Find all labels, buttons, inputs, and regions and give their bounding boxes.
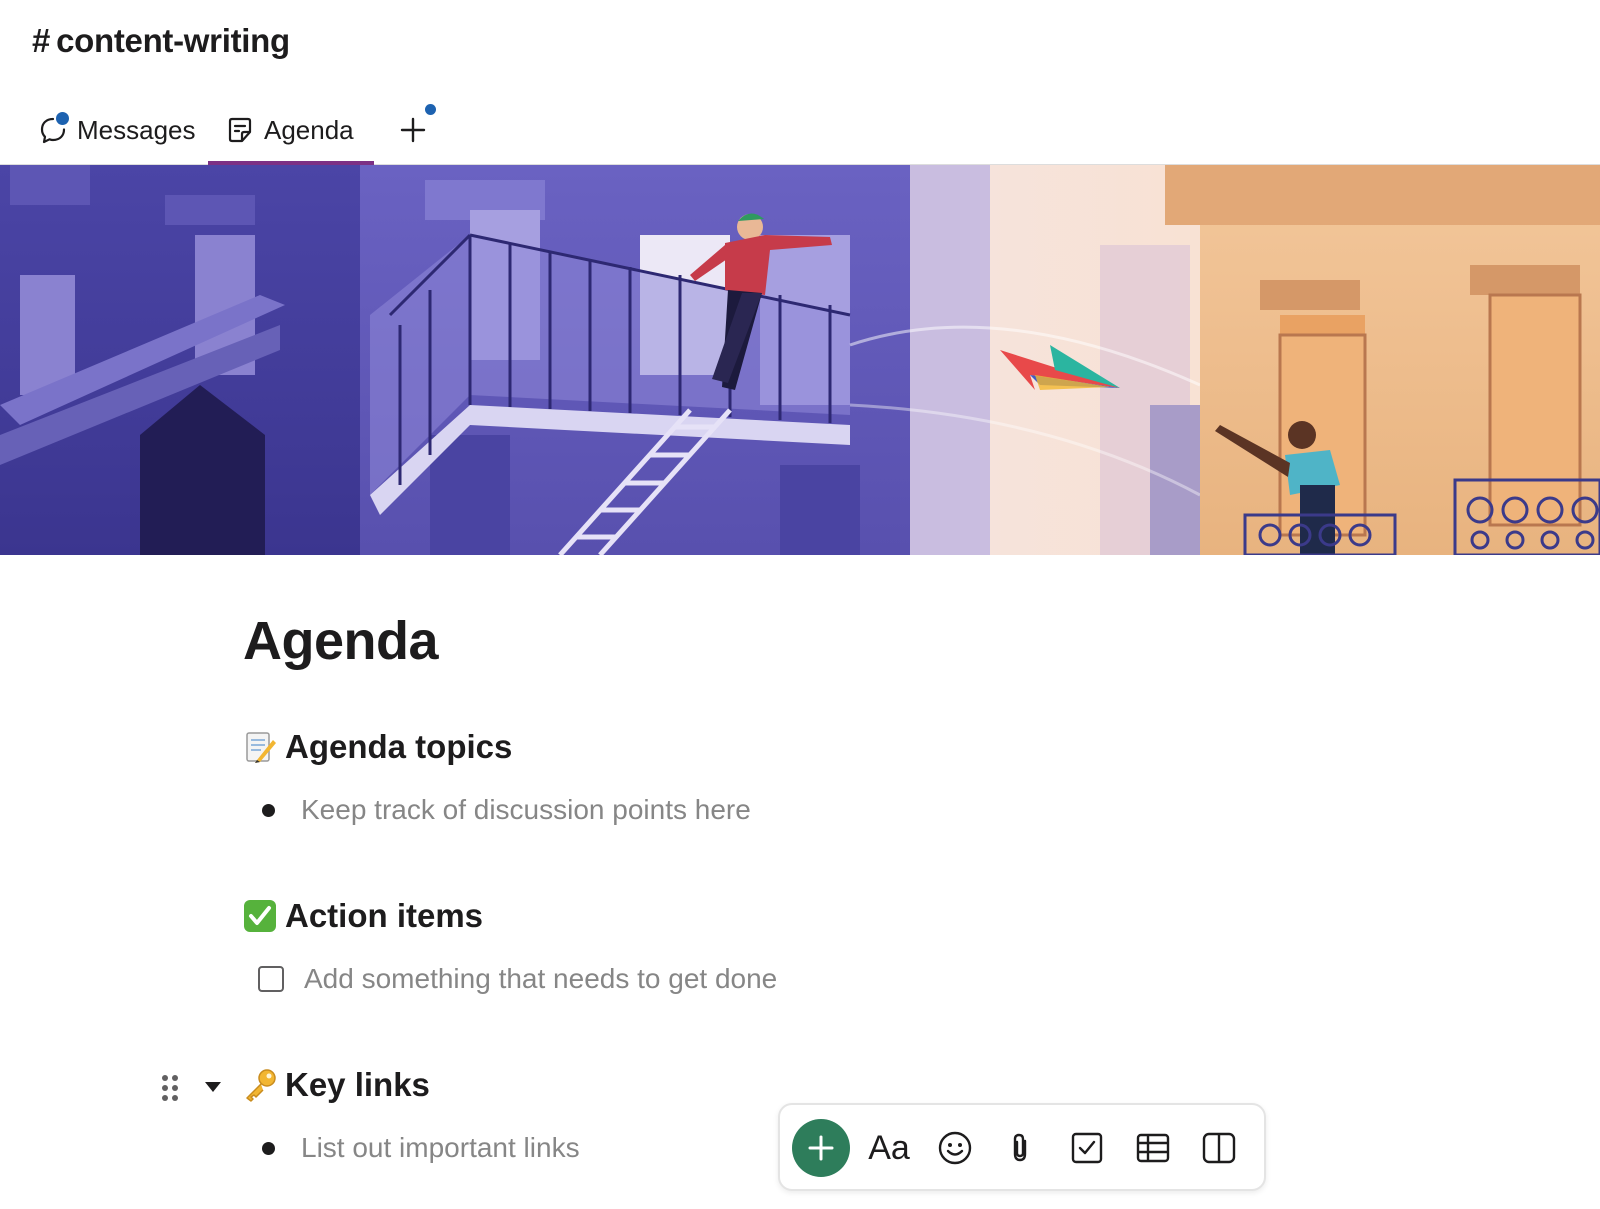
section-heading-label: Agenda topics: [285, 728, 513, 765]
section-heading-agenda-topics[interactable]: Agenda topics: [243, 728, 512, 766]
checkbox[interactable]: [258, 966, 284, 992]
channel-title[interactable]: # content-writing: [32, 22, 290, 60]
channel-name: content-writing: [56, 22, 290, 59]
bullet-icon: [262, 803, 275, 817]
tab-agenda-label: Agenda: [264, 114, 354, 145]
add-tab-button[interactable]: [393, 96, 436, 164]
section-heading-label: Action items: [285, 897, 484, 934]
tab-agenda[interactable]: Agenda: [208, 96, 374, 165]
plus-icon: [808, 1135, 834, 1161]
list-item[interactable]: List out important links: [258, 1132, 580, 1164]
check-mark-button-icon: [243, 899, 277, 933]
insert-toolbar: Aa: [778, 1103, 1266, 1191]
text-format-icon: Aa: [868, 1128, 910, 1167]
text-format-button[interactable]: Aa: [860, 1119, 918, 1177]
columns-icon: [1202, 1132, 1236, 1164]
key-icon: [243, 1068, 277, 1102]
bullet-icon: [262, 1141, 275, 1155]
attach-button[interactable]: [992, 1119, 1050, 1177]
channel-hash: #: [32, 22, 51, 59]
table-icon: [1136, 1133, 1170, 1163]
list-item[interactable]: Keep track of discussion points here: [258, 794, 751, 826]
columns-button[interactable]: [1190, 1119, 1248, 1177]
canvas-note-icon: [224, 114, 256, 146]
new-dot: [425, 104, 436, 115]
emoji-icon: [938, 1131, 972, 1165]
canvas-document: Agenda: [243, 610, 1143, 672]
list-item-placeholder: List out important links: [301, 1132, 580, 1163]
checklist-item-placeholder: Add something that needs to get done: [304, 963, 778, 994]
page-title[interactable]: Agenda: [243, 610, 1143, 672]
plus-icon: [399, 104, 436, 144]
section-heading-action-items[interactable]: Action items: [243, 897, 483, 935]
section-heading-key-links[interactable]: Key links: [243, 1066, 430, 1104]
tab-messages[interactable]: Messages: [37, 96, 196, 164]
section-heading-label: Key links: [285, 1066, 430, 1103]
emoji-button[interactable]: [926, 1119, 984, 1177]
memo-icon: [243, 730, 277, 764]
collapse-caret-icon[interactable]: [203, 1079, 223, 1095]
list-item-placeholder: Keep track of discussion points here: [301, 794, 751, 825]
unread-dot: [56, 112, 69, 125]
checklist-button[interactable]: [1058, 1119, 1116, 1177]
tab-bar: Messages Agenda: [0, 96, 1600, 165]
canvas-banner-illustration: [0, 165, 1600, 555]
attachment-icon: [1013, 1133, 1027, 1162]
checklist-icon: [1071, 1132, 1103, 1164]
checklist-item[interactable]: Add something that needs to get done: [258, 963, 777, 995]
table-button[interactable]: [1124, 1119, 1182, 1177]
tab-messages-label: Messages: [77, 114, 196, 145]
insert-button[interactable]: [792, 1119, 850, 1177]
message-bubble-icon: [37, 112, 69, 146]
drag-handle-icon[interactable]: [160, 1073, 180, 1103]
